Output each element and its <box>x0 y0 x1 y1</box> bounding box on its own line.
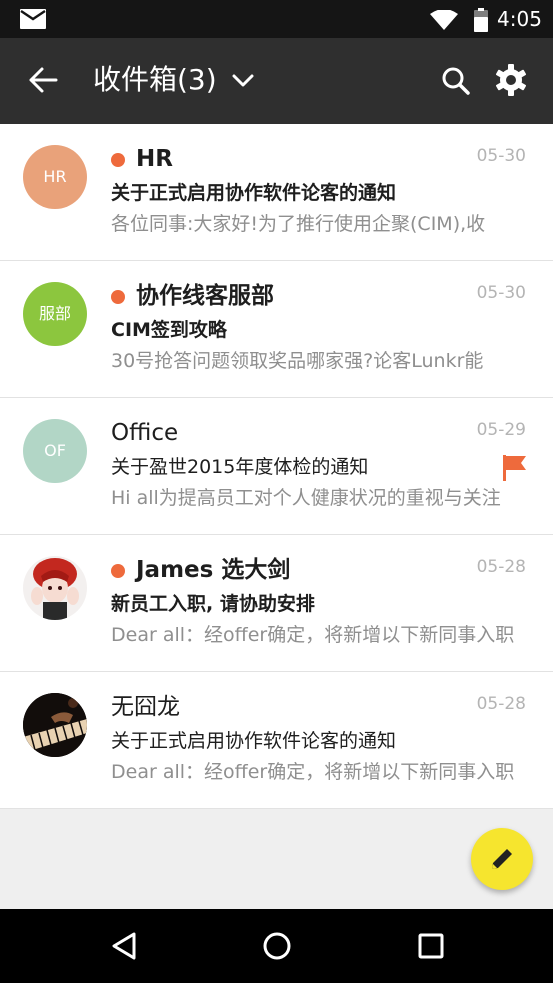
mailbox-title[interactable]: 收件箱(3) <box>93 62 217 98</box>
status-bar: 4:05 <box>0 0 553 38</box>
avatar <box>23 556 87 620</box>
email-subject: 关于盈世2015年度体检的通知 <box>111 456 369 478</box>
flag-icon[interactable] <box>503 455 527 481</box>
email-date: 05-30 <box>476 283 526 303</box>
piano-avatar-image <box>23 693 87 757</box>
avatar: HR <box>23 145 87 209</box>
email-sender: Office <box>111 420 179 446</box>
email-sender: 无囧龙 <box>111 694 180 720</box>
email-subject: 关于正式启用协作软件论客的通知 <box>111 182 397 204</box>
avatar-initials: 服部 <box>38 304 71 323</box>
avatar: OF <box>23 419 87 483</box>
status-time: 4:05 <box>497 7 542 31</box>
battery-icon <box>474 8 488 32</box>
gear-icon[interactable] <box>495 64 527 96</box>
email-date: 05-28 <box>476 557 526 577</box>
unread-dot-icon <box>111 153 125 167</box>
email-list-item[interactable]: 无囧龙 05-28 关于正式启用协作软件论客的通知 Dear all：经offe… <box>0 672 553 809</box>
wifi-icon <box>430 10 458 30</box>
system-nav-bar <box>0 909 553 983</box>
email-sender: James 选大剑 <box>136 557 291 583</box>
email-date: 05-28 <box>476 694 526 714</box>
email-list: HR HR 05-30 关于正式启用协作软件论客的通知 各位同事:大家好!为了推… <box>0 124 553 809</box>
email-preview: 30号抢答问题领取奖品哪家强?论客Lunkr能 <box>111 350 484 372</box>
anime-character-avatar-image <box>23 556 87 620</box>
recents-square-icon[interactable] <box>417 931 445 961</box>
email-preview: Dear all：经offer确定，将新增以下新同事入职 <box>111 624 515 646</box>
email-subject: CIM签到攻略 <box>111 319 227 341</box>
email-list-item[interactable]: 服部 协作线客服部 05-30 CIM签到攻略 30号抢答问题领取奖品哪家强?论… <box>0 261 553 398</box>
back-arrow-icon[interactable] <box>28 65 58 95</box>
avatar-initials: OF <box>44 441 66 460</box>
back-triangle-icon[interactable] <box>110 931 138 961</box>
unread-dot-icon <box>111 290 125 304</box>
mail-icon <box>20 9 46 29</box>
email-list-item[interactable]: James 选大剑 05-28 新员工入职, 请协助安排 Dear all：经o… <box>0 535 553 672</box>
email-preview: Hi all为提高员工对个人健康状况的重视与关注 <box>111 487 501 509</box>
email-subject: 新员工入职, 请协助安排 <box>111 593 315 615</box>
email-date: 05-30 <box>476 146 526 166</box>
email-date: 05-29 <box>476 420 526 440</box>
email-subject: 关于正式启用协作软件论客的通知 <box>111 730 397 752</box>
email-sender: HR <box>136 146 173 172</box>
search-icon[interactable] <box>441 66 471 96</box>
email-sender: 协作线客服部 <box>136 283 274 309</box>
compose-button[interactable] <box>471 828 533 890</box>
email-list-item[interactable]: OF Office 05-29 关于盈世2015年度体检的通知 Hi all为提… <box>0 398 553 535</box>
email-preview: Dear all：经offer确定，将新增以下新同事入职 <box>111 761 515 783</box>
avatar: 服部 <box>23 282 87 346</box>
app-bar: 收件箱(3) <box>0 38 553 124</box>
unread-dot-icon <box>111 564 125 578</box>
chevron-down-icon[interactable] <box>232 74 254 88</box>
avatar <box>23 693 87 757</box>
home-circle-icon[interactable] <box>262 931 292 961</box>
email-preview: 各位同事:大家好!为了推行使用企聚(CIM),收 <box>111 213 486 235</box>
pencil-icon <box>492 849 512 869</box>
avatar-initials: HR <box>43 167 67 186</box>
email-list-item[interactable]: HR HR 05-30 关于正式启用协作软件论客的通知 各位同事:大家好!为了推… <box>0 124 553 261</box>
